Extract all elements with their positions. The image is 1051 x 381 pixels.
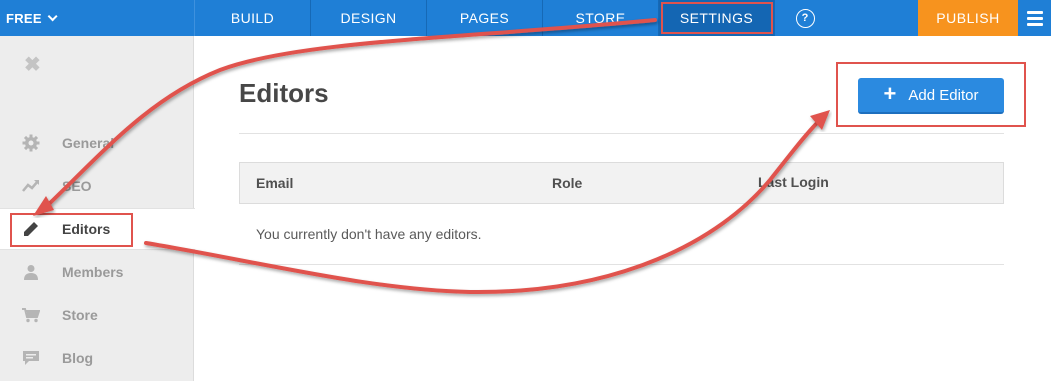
- title-divider: [239, 133, 1004, 134]
- help-button[interactable]: ?: [775, 0, 835, 36]
- plan-dropdown[interactable]: FREE: [0, 0, 195, 36]
- plus-icon: +: [883, 81, 897, 106]
- chevron-down-icon: [47, 10, 58, 21]
- sidebar-item-label: Store: [62, 307, 98, 323]
- sidebar-item-store[interactable]: Store: [0, 294, 194, 336]
- editors-table-header: Email Role Last Login: [239, 162, 1004, 204]
- add-editor-label: Add Editor: [908, 86, 979, 104]
- person-icon: [21, 262, 41, 282]
- sidebar-item-label: General: [62, 135, 115, 151]
- settings-sidebar: ✖ General SEO Editors Members Store Blog: [0, 36, 195, 381]
- column-header-role: Role: [552, 175, 583, 191]
- tab-build[interactable]: BUILD: [195, 0, 311, 36]
- help-icon: ?: [795, 8, 815, 28]
- top-navigation-bar: FREE BUILD DESIGN PAGES STORE SETTINGS ?…: [0, 0, 1051, 36]
- arrow-editors-to-add-button: [144, 120, 820, 295]
- arrowhead-add-button: [810, 110, 830, 130]
- sidebar-item-seo[interactable]: SEO: [0, 165, 194, 207]
- column-header-email: Email: [256, 175, 294, 191]
- add-editor-button[interactable]: + Add Editor: [858, 78, 1004, 114]
- page-title: Editors: [239, 78, 329, 108]
- publish-button[interactable]: PUBLISH: [918, 0, 1018, 36]
- tab-design[interactable]: DESIGN: [311, 0, 427, 36]
- sidebar-item-members[interactable]: Members: [0, 251, 194, 293]
- tab-pages[interactable]: PAGES: [427, 0, 543, 36]
- close-icon[interactable]: ✖: [24, 52, 41, 77]
- trend-icon: [21, 176, 41, 196]
- tab-settings[interactable]: SETTINGS: [659, 0, 775, 36]
- table-divider: [239, 264, 1004, 265]
- sidebar-item-label: Members: [62, 264, 124, 280]
- empty-state-message: You currently don't have any editors.: [256, 226, 482, 242]
- sidebar-item-label: SEO: [62, 178, 92, 194]
- comment-icon: [21, 348, 41, 368]
- sidebar-item-label: Blog: [62, 350, 94, 366]
- cart-icon: [21, 305, 41, 325]
- column-header-last-login: Last Login: [758, 174, 829, 190]
- sidebar-item-general[interactable]: General: [0, 122, 194, 164]
- gear-icon: [21, 133, 41, 153]
- hamburger-menu-icon[interactable]: [1018, 0, 1051, 36]
- sidebar-item-blog[interactable]: Blog: [0, 337, 194, 379]
- sidebar-item-editors[interactable]: Editors: [0, 208, 195, 250]
- plan-label: FREE: [6, 10, 42, 26]
- tab-store[interactable]: STORE: [543, 0, 659, 36]
- annotation-highlight-box: [10, 213, 133, 247]
